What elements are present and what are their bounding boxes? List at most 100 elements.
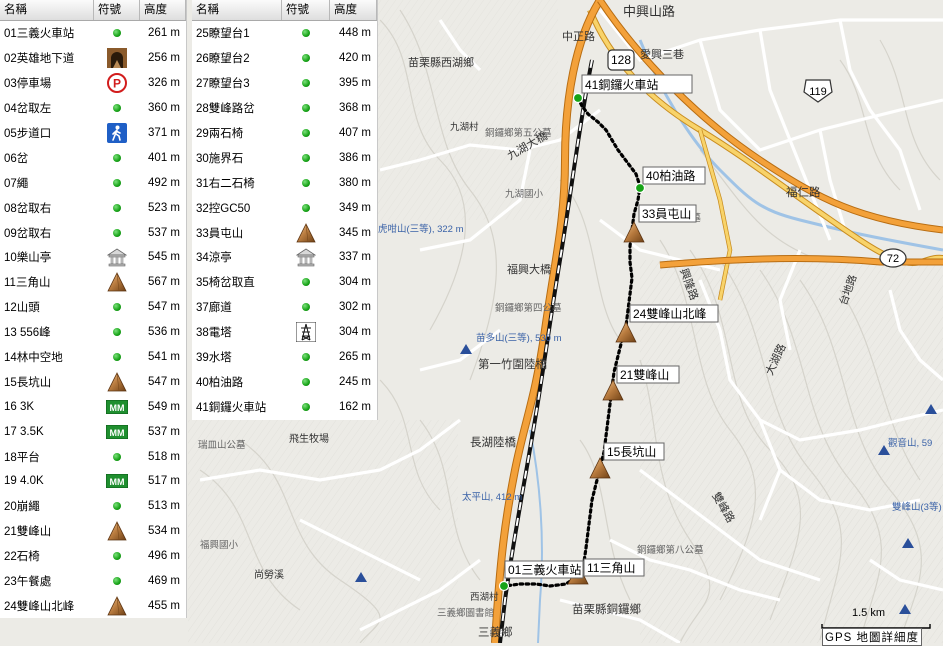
table-row[interactable]: 41銅鑼火車站 162 m bbox=[192, 394, 377, 419]
waypoint-name: 14林中空地 bbox=[4, 352, 63, 365]
scale-distance: 1.5 km bbox=[852, 607, 886, 619]
pavilion-icon bbox=[107, 248, 127, 267]
table-row[interactable]: 28雙峰路岔 368 m bbox=[192, 96, 377, 121]
header-symbol[interactable]: 符號 bbox=[94, 0, 140, 20]
table-row[interactable]: 32控GC50 349 m bbox=[192, 195, 377, 220]
waypoint-elevation: 261 m bbox=[148, 27, 180, 40]
table-row[interactable]: 17 3.5K MM 537 m bbox=[0, 419, 186, 444]
header-elevation[interactable]: 高度 bbox=[330, 0, 377, 20]
waypoint-elevation: 349 m bbox=[339, 201, 371, 214]
table-row[interactable]: 38電塔 304 m bbox=[192, 320, 377, 345]
table-row[interactable]: 30施界石 386 m bbox=[192, 145, 377, 170]
svg-text:銅鑼鄉第八公墓: 銅鑼鄉第八公墓 bbox=[637, 544, 704, 556]
svg-text:三義鄉: 三義鄉 bbox=[478, 625, 513, 639]
svg-text:中興山路: 中興山路 bbox=[623, 4, 675, 19]
waypoint-dot-icon bbox=[302, 402, 310, 411]
table-row[interactable]: 27瞭望台3 395 m bbox=[192, 71, 377, 96]
waypoint-symbol bbox=[282, 322, 330, 343]
waypoint-table-right[interactable]: 名稱 符號 高度 25瞭望台1 448 m 26瞭望台2 420 m 27瞭望台3 395… bbox=[192, 0, 378, 420]
svg-text:119: 119 bbox=[809, 86, 827, 98]
waypoint-dot-icon bbox=[302, 377, 310, 386]
table-row[interactable]: 12山頭 547 m bbox=[0, 295, 186, 320]
header-name[interactable]: 名稱 bbox=[192, 0, 282, 20]
table-row[interactable]: 09岔取右 537 m bbox=[0, 220, 186, 245]
waypoint-40-marker bbox=[634, 182, 646, 194]
waypoint-elevation: 547 m bbox=[148, 375, 180, 388]
waypoint-elevation: 304 m bbox=[339, 276, 371, 289]
waypoint-symbol bbox=[94, 353, 140, 362]
waypoint-symbol bbox=[282, 203, 330, 212]
waypoint-elevation: 162 m bbox=[339, 400, 371, 413]
waypoint-01-marker bbox=[498, 580, 510, 592]
waypoint-elevation: 395 m bbox=[339, 77, 371, 90]
waypoint-name: 31右二石椅 bbox=[196, 177, 255, 190]
header-name[interactable]: 名稱 bbox=[0, 0, 94, 20]
waypoint-symbol: MM bbox=[94, 474, 140, 489]
table-row[interactable]: 10樂山亭 545 m bbox=[0, 245, 186, 270]
waypoint-name: 23午餐處 bbox=[4, 576, 52, 589]
waypoint-name: 37廊道 bbox=[196, 302, 232, 315]
table-row[interactable]: 06岔 401 m bbox=[0, 145, 186, 170]
table-row[interactable]: 05步道口 371 m bbox=[0, 121, 186, 146]
table-row[interactable]: 39水塔 265 m bbox=[192, 345, 377, 370]
table-row[interactable]: 20崩繩 513 m bbox=[0, 494, 186, 519]
table-row[interactable]: 40柏油路 245 m bbox=[192, 369, 377, 394]
waypoint-dot-icon bbox=[113, 502, 121, 511]
table-row[interactable]: 04岔取左 360 m bbox=[0, 96, 186, 121]
table-body: 25瞭望台1 448 m 26瞭望台2 420 m 27瞭望台3 395 m 28雙峰路岔 3… bbox=[192, 21, 377, 419]
svg-text:三義鄉圖書館: 三義鄉圖書館 bbox=[437, 607, 494, 619]
svg-text:虎咁山(三等), 322 m: 虎咁山(三等), 322 m bbox=[378, 223, 464, 235]
table-row[interactable]: 35椅岔取直 304 m bbox=[192, 270, 377, 295]
table-row[interactable]: 23午餐處 469 m bbox=[0, 569, 186, 594]
waypoint-symbol bbox=[94, 104, 140, 113]
svg-text:24雙峰山北峰: 24雙峰山北峰 bbox=[633, 307, 706, 321]
waypoint-symbol bbox=[94, 303, 140, 312]
table-row[interactable]: 19 4.0K MM 517 m bbox=[0, 469, 186, 494]
table-row[interactable]: 22石椅 496 m bbox=[0, 544, 186, 569]
table-row[interactable]: 02英雄地下道 256 m bbox=[0, 46, 186, 71]
table-row[interactable]: 33員屯山 345 m bbox=[192, 220, 377, 245]
header-symbol[interactable]: 符號 bbox=[282, 0, 330, 20]
table-row[interactable]: 21雙峰山 534 m bbox=[0, 519, 186, 544]
table-header: 名稱 符號 高度 bbox=[192, 0, 377, 21]
table-row[interactable]: 29兩石椅 407 m bbox=[192, 121, 377, 146]
table-row[interactable]: 14林中空地 541 m bbox=[0, 345, 186, 370]
table-row[interactable]: 11三角山 567 m bbox=[0, 270, 186, 295]
waypoint-symbol bbox=[94, 48, 140, 69]
table-row[interactable]: 15長坑山 547 m bbox=[0, 369, 186, 394]
svg-text:福仁路: 福仁路 bbox=[786, 185, 821, 199]
svg-text:福興國小: 福興國小 bbox=[200, 539, 239, 551]
table-row[interactable]: 31右二石椅 380 m bbox=[192, 170, 377, 195]
waypoint-symbol bbox=[282, 29, 330, 38]
waypoint-dot-icon bbox=[113, 228, 121, 237]
waypoint-name: 07繩 bbox=[4, 177, 29, 190]
table-row[interactable]: 34涼亭 337 m bbox=[192, 245, 377, 270]
table-row[interactable]: 03停車場 P 326 m bbox=[0, 71, 186, 96]
waypoint-elevation: 513 m bbox=[148, 500, 180, 513]
table-row[interactable]: 13 556峰 536 m bbox=[0, 320, 186, 345]
waypoint-name: 27瞭望台3 bbox=[196, 78, 250, 91]
waypoint-symbol bbox=[94, 577, 140, 586]
table-row[interactable]: 37廊道 302 m bbox=[192, 295, 377, 320]
table-row[interactable]: 07繩 492 m bbox=[0, 170, 186, 195]
table-row[interactable]: 01三義火車站 261 m bbox=[0, 21, 186, 46]
waypoint-table-left[interactable]: 名稱 符號 高度 01三義火車站 261 m 02英雄地下道 256 m 03停車場 P 3… bbox=[0, 0, 187, 619]
table-row[interactable]: 25瞭望台1 448 m bbox=[192, 21, 377, 46]
table-row[interactable]: 24雙峰山北峰 455 m bbox=[0, 593, 186, 618]
header-elevation[interactable]: 高度 bbox=[140, 0, 186, 20]
map-detail-caption[interactable]: GPS 地圖詳細度 bbox=[822, 628, 922, 646]
table-row[interactable]: 18平台 518 m bbox=[0, 444, 186, 469]
svg-text:MM: MM bbox=[110, 477, 125, 487]
table-row[interactable]: 16 3K MM 549 m bbox=[0, 394, 186, 419]
waypoint-dot-icon bbox=[113, 303, 121, 312]
mountain-peak-icon bbox=[107, 521, 127, 541]
waypoint-name: 24雙峰山北峰 bbox=[4, 600, 75, 613]
table-row[interactable]: 08岔取右 523 m bbox=[0, 195, 186, 220]
waypoint-name: 40柏油路 bbox=[196, 376, 244, 389]
waypoint-elevation: 496 m bbox=[148, 550, 180, 563]
waypoint-name: 16 3K bbox=[4, 400, 35, 413]
waypoint-elevation: 523 m bbox=[148, 201, 180, 214]
waypoint-symbol bbox=[94, 123, 140, 143]
waypoint-name: 34涼亭 bbox=[196, 252, 232, 265]
table-row[interactable]: 26瞭望台2 420 m bbox=[192, 46, 377, 71]
